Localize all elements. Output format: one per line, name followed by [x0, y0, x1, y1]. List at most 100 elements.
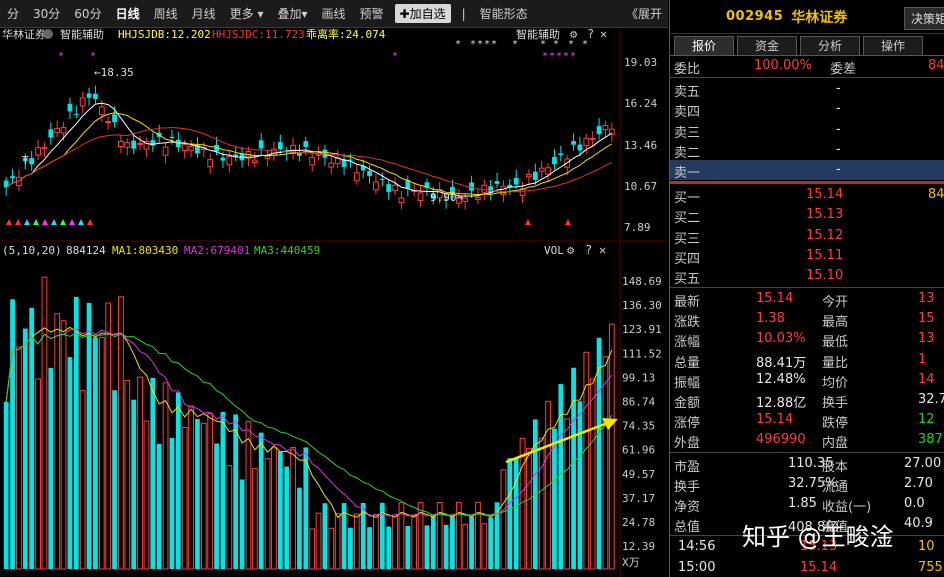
candle-body: [475, 197, 481, 200]
tab-funds[interactable]: 资金: [737, 36, 797, 55]
vol-tick: 24.78: [622, 516, 655, 529]
ask-row: 卖四 -: [670, 99, 944, 121]
low-annotation: 9.90→: [430, 191, 464, 204]
kline-stock-name: 华林证券: [2, 29, 46, 41]
chart-area[interactable]: 华林证券 智能辅助 HHJSJDB:12.202 HHJSJDC:11.723 …: [0, 27, 668, 577]
deviation-value: 乖离率:24.074: [306, 29, 386, 41]
tab-60min[interactable]: 60分: [67, 5, 108, 22]
volume-bar: [245, 420, 252, 570]
stat-value: 12.48%: [756, 371, 806, 387]
vol-tick: 74.35: [622, 420, 655, 433]
volume-bar: [73, 296, 79, 569]
tab-operation[interactable]: 操作: [863, 36, 923, 55]
ask-label: 卖四: [674, 105, 701, 121]
volume-bar: [450, 516, 455, 569]
more-dropdown[interactable]: 更多 ▾: [223, 5, 271, 22]
smart-form-button[interactable]: 智能形态: [473, 5, 535, 22]
gear-icon: ⚙: [567, 243, 575, 257]
add-watchlist-button[interactable]: ✚加自选: [394, 4, 451, 23]
bid-label: 买四: [674, 251, 701, 267]
kline-volume-chart[interactable]: 华林证券 智能辅助 HHJSJDB:12.202 HHJSJDC:11.723 …: [0, 27, 668, 577]
candle-body: [220, 157, 226, 161]
stat-value: 15.14: [756, 291, 794, 307]
candle-body: [86, 93, 92, 98]
candle-body: [526, 173, 532, 178]
candle-body: [251, 159, 258, 164]
stat-label: 均价: [822, 375, 849, 391]
stat-label: 金额: [674, 396, 701, 411]
volume-bar: [500, 469, 507, 570]
volume-bar: [22, 328, 28, 569]
bid-price: 15.14: [806, 187, 844, 203]
volume-bar: [469, 516, 474, 569]
volume-bar: [284, 466, 290, 569]
candle-body: [367, 170, 372, 176]
candle-body: [303, 141, 309, 148]
candle-body: [398, 197, 405, 204]
volume-bar: [290, 446, 296, 570]
volume-bar: [175, 392, 181, 569]
star-marker: *: [491, 39, 497, 50]
ask-row-selected[interactable]: 卖一 -: [670, 159, 944, 181]
volume-bar: [16, 346, 22, 570]
stat-row: 涨幅 10.03% 最低 13: [670, 329, 944, 350]
candle-body: [386, 184, 392, 192]
star-marker: *: [484, 39, 490, 50]
overlay-dropdown[interactable]: 叠加▾: [270, 5, 314, 22]
candle-body: [162, 146, 169, 156]
candle-body: [73, 113, 79, 115]
fundamental-row: 市盈 110.35 股本 27.00: [670, 454, 944, 475]
t-marker: T: [22, 154, 29, 167]
volume-bar: [3, 401, 9, 569]
tab-quote[interactable]: 报价: [674, 36, 734, 55]
tab-minute[interactable]: 分: [0, 5, 26, 22]
volume-bar: [526, 447, 532, 570]
star-marker: *: [582, 39, 588, 50]
tab-weekly[interactable]: 周线: [147, 5, 185, 22]
draw-line-button[interactable]: 画线: [315, 5, 353, 22]
stat-label: 跌停: [822, 416, 849, 432]
vol-params: (5,10,20): [2, 244, 62, 257]
volume-bar: [29, 307, 35, 569]
candle-body: [10, 176, 15, 179]
bid-price: 15.13: [806, 207, 844, 223]
volume-bar: [35, 378, 41, 570]
tab-monthly[interactable]: 月线: [185, 5, 223, 22]
volume-bar: [334, 513, 341, 570]
stat-row: 涨停 15.14 跌停 12: [670, 410, 944, 432]
expand-button[interactable]: 《展开: [619, 5, 668, 22]
ask-price: -: [836, 81, 841, 97]
candle-body: [571, 141, 576, 145]
stat-value: 1: [918, 351, 927, 367]
candle-body: [353, 172, 360, 182]
decision-matrix-button[interactable]: 决策矩: [903, 7, 944, 30]
alert-button[interactable]: 预警: [353, 5, 391, 22]
volume-bar: [41, 276, 48, 570]
fundamental-label: 换手: [674, 479, 701, 495]
tick-volume: 755: [918, 559, 943, 575]
star-marker: *: [540, 39, 546, 50]
volume-bar: [10, 299, 15, 569]
volume-bar: [386, 526, 392, 569]
volume-bar: [481, 523, 488, 570]
price-tick: 19.03: [624, 56, 657, 69]
fundamental-label: 市盈: [674, 459, 701, 475]
star-marker: *: [553, 39, 559, 50]
candle-body: [79, 97, 86, 107]
toolbar-divider: |: [461, 6, 466, 21]
volume-bar: [67, 357, 73, 569]
tab-analysis[interactable]: 分析: [800, 36, 860, 55]
candle-body: [48, 129, 54, 138]
stat-value: 88.41万: [756, 355, 807, 371]
vol-tick: 37.17: [622, 492, 655, 505]
volume-bar: [156, 443, 162, 569]
ask-row: 卖二 -: [670, 140, 944, 161]
tab-30min[interactable]: 30分: [26, 5, 67, 22]
tab-daily[interactable]: 日线: [109, 5, 147, 22]
candle-body: [60, 126, 67, 134]
candle-body: [545, 167, 551, 175]
bid-diff-label: 委差: [830, 62, 857, 77]
volume-bar: [264, 458, 271, 570]
candle-body: [315, 153, 322, 156]
candle-body: [112, 114, 117, 123]
